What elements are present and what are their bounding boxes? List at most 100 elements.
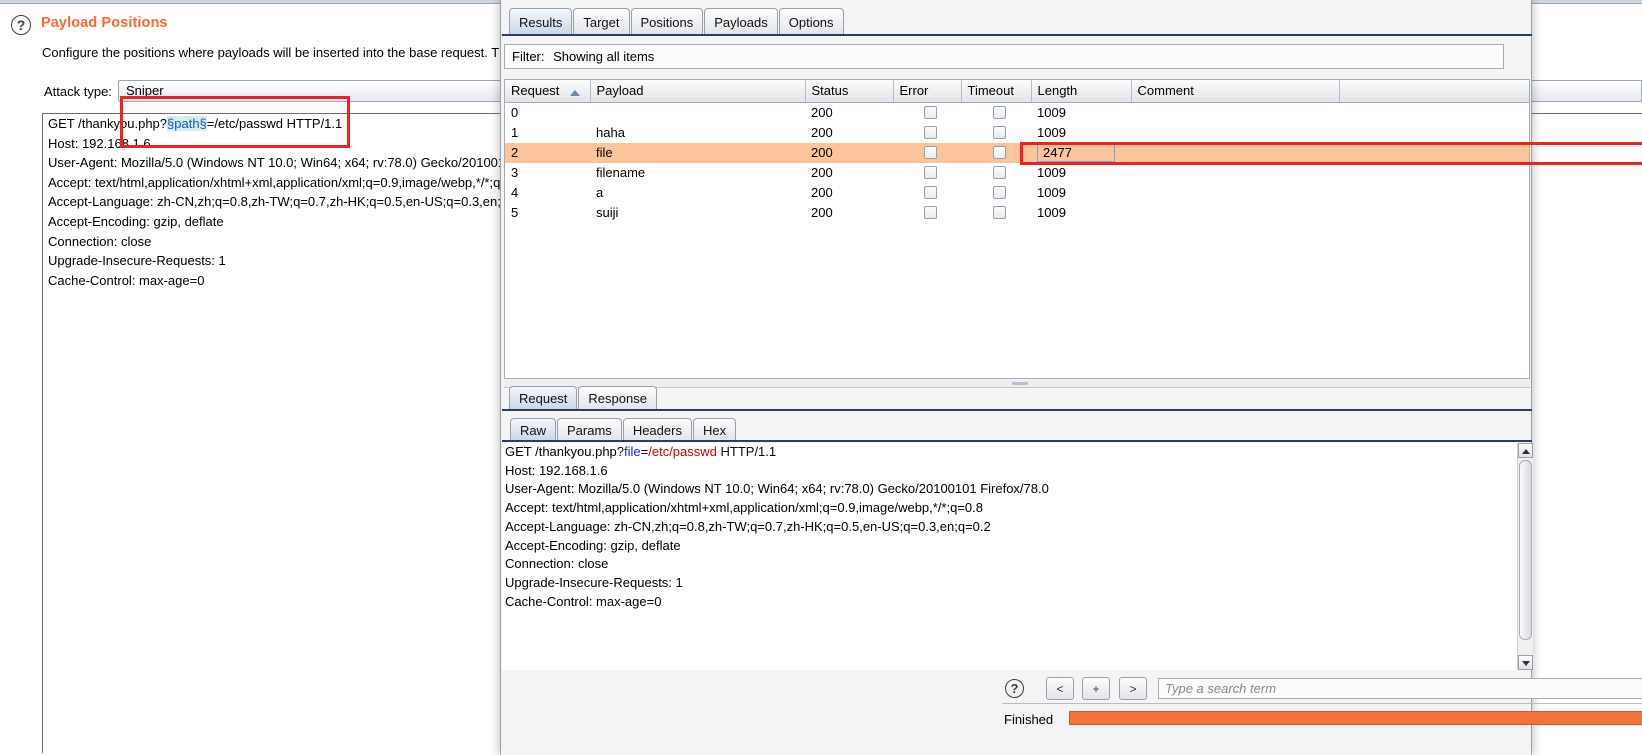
- attack-progress-bar: [1069, 711, 1642, 725]
- tab-payloads[interactable]: Payloads: [704, 8, 778, 35]
- scrollbar-thumb[interactable]: [1519, 460, 1532, 640]
- cell-filler: [1339, 102, 1529, 123]
- timeout-checkbox[interactable]: [992, 146, 1006, 159]
- search-input[interactable]: Type a search term: [1158, 678, 1642, 699]
- scroll-down-button[interactable]: [1518, 655, 1533, 670]
- results-table-container[interactable]: Request Payload Status Error Timeout Length Co…: [504, 79, 1530, 379]
- request-message-viewer[interactable]: GET /thankyou.php?file=/etc/passwd HTTP/…: [502, 443, 1517, 670]
- message-vertical-scrollbar[interactable]: [1517, 443, 1533, 670]
- results-table-body[interactable]: 0 200 1009 1 haha 200 1009 2 file 200 2477 3 filenam…: [505, 102, 1529, 223]
- cell-payload: filename: [596, 165, 646, 180]
- split-pane-grip[interactable]: [1012, 382, 1028, 385]
- cell-timeout[interactable]: [961, 142, 1031, 163]
- column-header-label: Error: [899, 83, 929, 99]
- results-table-header-row[interactable]: Request Payload Status Error Timeout Length Co…: [505, 80, 1529, 103]
- cell-timeout[interactable]: [961, 163, 1031, 183]
- message-line: Cache-Control: max-age=0: [502, 593, 1517, 612]
- column-header-label: Comment: [1137, 83, 1194, 99]
- tab-target[interactable]: Target: [573, 8, 630, 35]
- cell-payload: suiji: [596, 205, 619, 220]
- cell-comment: [1131, 123, 1339, 143]
- error-checkbox[interactable]: [923, 206, 937, 219]
- tab-positions[interactable]: Positions: [630, 8, 704, 35]
- table-row[interactable]: 0 200 1009: [505, 102, 1529, 123]
- timeout-checkbox[interactable]: [992, 126, 1006, 139]
- error-checkbox[interactable]: [923, 186, 937, 199]
- message-tab-response[interactable]: Response: [578, 386, 657, 410]
- timeout-checkbox[interactable]: [992, 206, 1006, 219]
- error-checkbox[interactable]: [923, 126, 937, 139]
- cell-timeout[interactable]: [961, 123, 1031, 143]
- cell-status: 200: [811, 185, 833, 200]
- cell-error[interactable]: [893, 123, 961, 143]
- table-row[interactable]: 2 file 200 2477: [505, 142, 1529, 163]
- timeout-checkbox[interactable]: [992, 166, 1006, 179]
- timeout-checkbox[interactable]: [992, 106, 1006, 119]
- cell-length: 1009: [1037, 205, 1066, 220]
- column-header-error[interactable]: Error: [893, 80, 962, 103]
- search-next-button[interactable]: >: [1119, 677, 1147, 700]
- request-line-text: User-Agent: Mozilla/5.0 (Windows NT 10.0…: [48, 155, 520, 171]
- view-tab-label: Raw: [520, 422, 547, 438]
- table-row[interactable]: 5 suiji 200 1009: [505, 202, 1529, 223]
- timeout-checkbox[interactable]: [992, 186, 1006, 199]
- cell-error[interactable]: [893, 102, 961, 123]
- cell-filler: [1339, 122, 1529, 143]
- cell-length: 1009: [1037, 125, 1066, 140]
- results-filter-bar[interactable]: Filter: Showing all items: [504, 44, 1504, 69]
- view-tab-raw[interactable]: Raw: [510, 418, 557, 441]
- message-tab-request[interactable]: Request: [509, 386, 578, 410]
- cell-length: 1009: [1037, 185, 1066, 200]
- cell-error[interactable]: [893, 203, 961, 223]
- main-tab-strip: Results Target Positions Payloads Options: [509, 8, 845, 35]
- view-tab-label: Hex: [702, 422, 727, 438]
- request-line-text: Accept-Encoding: gzip, deflate: [48, 213, 224, 229]
- view-tab-underline: [502, 440, 1532, 442]
- column-header-timeout[interactable]: Timeout: [961, 80, 1032, 103]
- search-prev-button[interactable]: <: [1046, 677, 1074, 700]
- cell-error[interactable]: [893, 142, 961, 163]
- error-checkbox[interactable]: [923, 146, 937, 159]
- column-header-filler: [1339, 80, 1529, 103]
- cell-timeout[interactable]: [961, 183, 1031, 203]
- request-line-text: Accept: text/html,application/xhtml+xml,…: [48, 174, 516, 190]
- cell-timeout[interactable]: [961, 203, 1031, 223]
- cell-payload: file: [590, 142, 805, 163]
- cell-filler: [1339, 142, 1529, 163]
- column-header-payload[interactable]: Payload: [590, 80, 806, 103]
- view-tab-strip: Raw Params Headers Hex: [510, 418, 737, 441]
- scroll-up-button[interactable]: [1518, 443, 1533, 458]
- cell-request: 3: [511, 165, 519, 180]
- column-header-request[interactable]: Request: [505, 80, 591, 103]
- table-row[interactable]: 1 haha 200 1009: [505, 122, 1529, 143]
- message-tab-label: Response: [588, 391, 647, 406]
- view-tab-params[interactable]: Params: [557, 418, 622, 441]
- cell-status: 200: [811, 125, 833, 140]
- background-right-border-2: [1533, 3, 1642, 4]
- length-value-focused[interactable]: 2477: [1037, 143, 1115, 162]
- table-row[interactable]: 4 a 200 1009: [505, 182, 1529, 203]
- column-header-label: Length: [1037, 83, 1078, 99]
- view-tab-label: Headers: [632, 422, 682, 438]
- cell-timeout[interactable]: [961, 102, 1031, 123]
- search-help-icon[interactable]: ?: [1005, 679, 1024, 698]
- search-add-button[interactable]: +: [1082, 677, 1110, 700]
- view-tab-hex[interactable]: Hex: [692, 418, 737, 441]
- column-header-comment[interactable]: Comment: [1131, 80, 1340, 103]
- error-checkbox[interactable]: [923, 106, 937, 119]
- column-header-length[interactable]: Length: [1031, 80, 1132, 103]
- cell-request: 0: [511, 105, 519, 120]
- error-checkbox[interactable]: [923, 166, 937, 179]
- payload-position-marker[interactable]: §path§: [167, 116, 207, 131]
- table-row[interactable]: 3 filename 200 1009: [505, 162, 1529, 183]
- tab-options[interactable]: Options: [778, 8, 844, 35]
- view-tab-headers[interactable]: Headers: [622, 418, 692, 441]
- cell-error[interactable]: [893, 163, 961, 183]
- cell-error[interactable]: [893, 183, 961, 203]
- request-line-text: =/etc/passwd HTTP/1.1: [206, 116, 343, 131]
- payload-positions-help-icon[interactable]: ?: [11, 15, 31, 35]
- message-line-text: Accept-Encoding: gzip, deflate: [505, 537, 681, 553]
- cell-comment: [1131, 203, 1339, 223]
- column-header-status[interactable]: Status: [805, 80, 894, 103]
- tab-results[interactable]: Results: [509, 8, 573, 35]
